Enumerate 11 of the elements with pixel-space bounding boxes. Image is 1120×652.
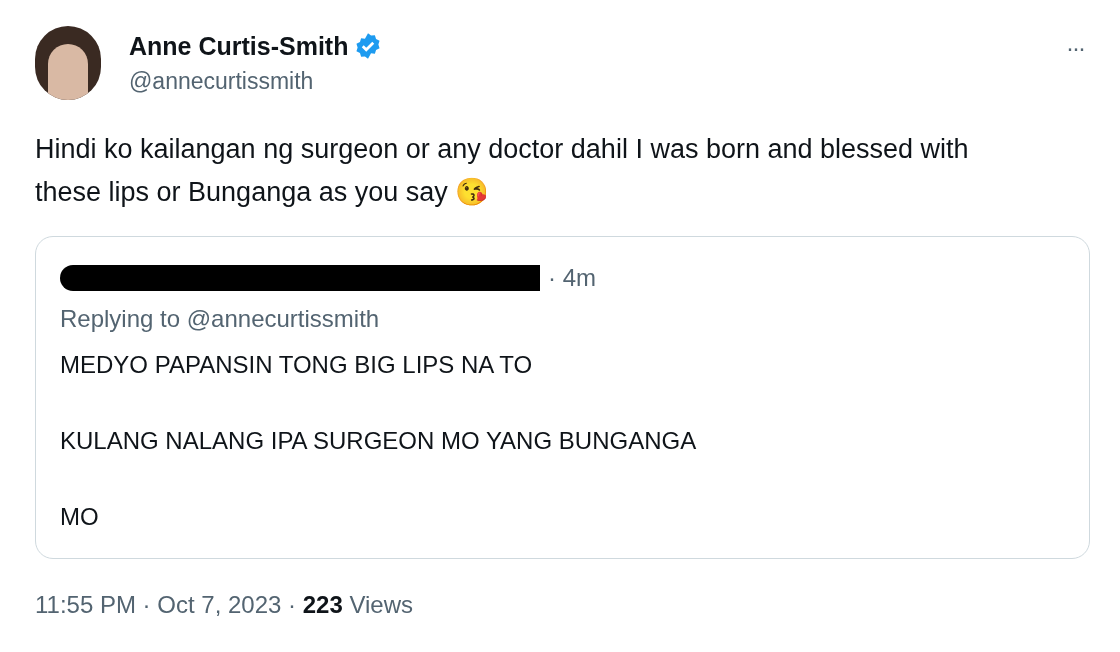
quoted-tweet-card[interactable]: · 4m Replying to @annecurtissmith MEDYO PAPANSIN TONG BIG LIPS NA TO KULANG NALANG IPA SURGEON MO YANG BUNGANGA MO: [35, 236, 1090, 559]
tweet-time: · 4m: [548, 263, 596, 293]
quoted-tweet-text: MO: [60, 502, 100, 532]
more-button[interactable]: ···: [1066, 36, 1084, 60]
replying-to-text: Replying to @annecurtissmith: [60, 304, 381, 334]
tweet-meta: 11:55 PM · Oct 7, 2023 · 223 Views: [35, 590, 414, 620]
quoted-tweet-text: KULANG NALANG IPA SURGEON MO YANG BUNGANGA: [60, 426, 698, 456]
quoted-tweet-text: MEDYO PAPANSIN TONG BIG LIPS NA TO: [60, 350, 534, 380]
author-name[interactable]: Anne Curtis-Smith: [129, 30, 349, 62]
tweet-text: Hindi ko kailangan ng surgeon or any doctor dahil I was born and blessed with these lips or Bunganga as you say 😘: [35, 133, 970, 209]
author-handle[interactable]: @annecurtissmith: [129, 66, 383, 96]
